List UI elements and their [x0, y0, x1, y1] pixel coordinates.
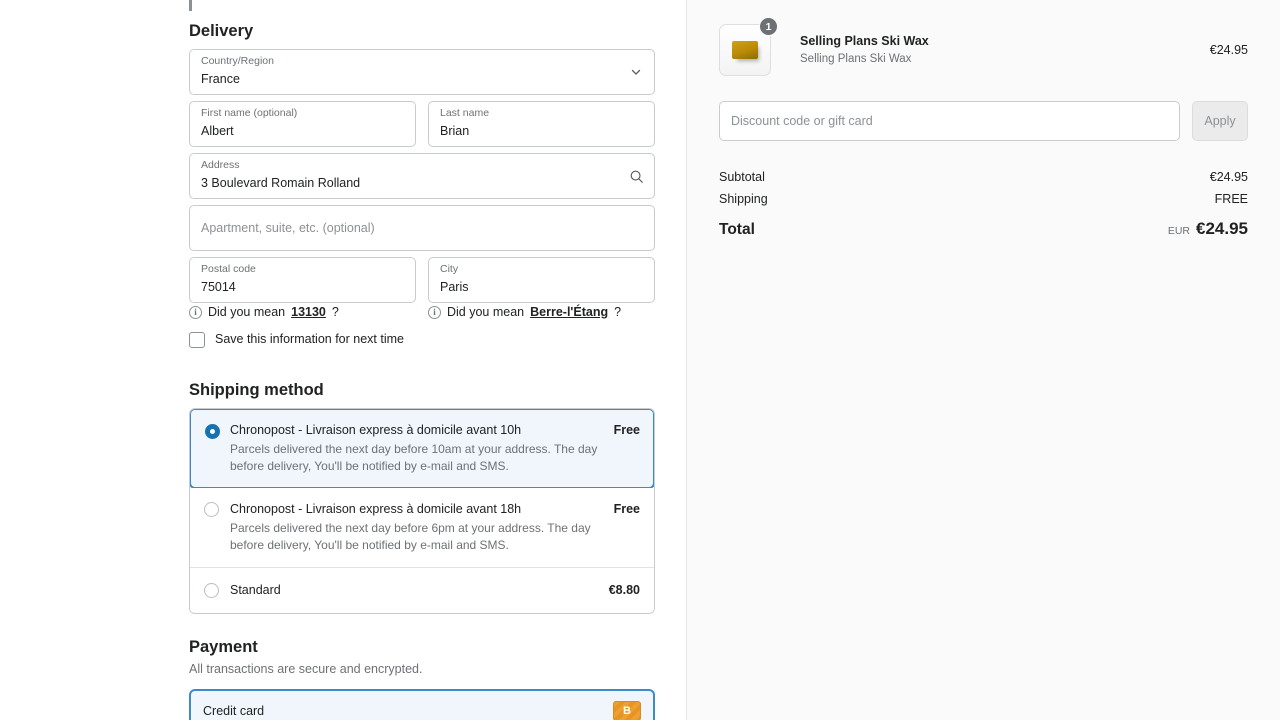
payment-method-group: Credit card B	[189, 689, 655, 720]
first-name-field[interactable]: First name (optional) Albert	[189, 101, 416, 147]
order-totals: Subtotal €24.95 Shipping FREE Total EUR €…	[719, 166, 1248, 242]
shipping-option-price: €8.80	[609, 582, 640, 599]
postal-suggestion-prefix: Did you mean	[208, 304, 285, 320]
grand-total-row: Total EUR €24.95	[719, 218, 1248, 242]
apartment-field[interactable]: Apartment, suite, etc. (optional)	[189, 205, 655, 251]
first-name-value: Albert	[201, 123, 234, 140]
ski-wax-bar-icon	[732, 41, 758, 59]
scroll-caret-artifact	[189, 0, 192, 11]
product-price: €24.95	[1210, 42, 1248, 59]
grand-total-label: Total	[719, 219, 755, 241]
address-label: Address	[201, 159, 240, 172]
subtotal-value: €24.95	[1210, 166, 1248, 188]
order-summary-column: 1 Selling Plans Ski Wax Selling Plans Sk…	[686, 0, 1280, 720]
checkout-page: Delivery Country/Region France First nam…	[0, 0, 1280, 720]
product-thumbnail-wrap: 1	[719, 24, 771, 76]
subtotal-row: Subtotal €24.95	[719, 166, 1248, 188]
postal-code-label: Postal code	[201, 263, 256, 276]
city-value: Paris	[440, 279, 468, 296]
last-name-value: Brian	[440, 123, 469, 140]
save-information-checkbox[interactable]	[189, 332, 205, 348]
last-name-label: Last name	[440, 107, 489, 120]
postal-code-suggestion: i Did you mean 13130?	[189, 304, 339, 320]
address-value: 3 Boulevard Romain Rolland	[201, 175, 360, 192]
city-field[interactable]: City Paris	[428, 257, 655, 303]
quantity-badge: 1	[759, 17, 778, 36]
shipping-option-name: Chronopost - Livraison express à domicil…	[230, 501, 521, 518]
payment-option-credit-card[interactable]: Credit card B	[191, 691, 653, 720]
product-title: Selling Plans Ski Wax	[800, 33, 1210, 50]
shipping-option-description: Parcels delivered the next day before 10…	[230, 441, 615, 475]
delivery-section-title: Delivery	[189, 21, 253, 41]
grand-total-value: EUR €24.95	[1168, 218, 1248, 242]
search-icon[interactable]	[628, 168, 644, 184]
payment-section-title: Payment	[189, 637, 258, 657]
shipping-option-standard[interactable]: Standard €8.80	[190, 568, 654, 613]
shipping-section-title: Shipping method	[189, 380, 324, 400]
product-info: Selling Plans Ski Wax Selling Plans Ski …	[800, 33, 1210, 67]
first-name-label: First name (optional)	[201, 107, 297, 120]
shipping-total-label: Shipping	[719, 188, 768, 210]
payment-subtitle: All transactions are secure and encrypte…	[189, 661, 422, 678]
discount-row: Discount code or gift card Apply	[719, 101, 1248, 141]
shipping-option-price: Free	[614, 501, 640, 518]
shipping-total-row: Shipping FREE	[719, 188, 1248, 210]
currency-label: EUR	[1168, 225, 1190, 237]
checkout-form-column: Delivery Country/Region France First nam…	[0, 0, 686, 720]
country-region-label: Country/Region	[201, 55, 274, 68]
save-information-row[interactable]: Save this information for next time	[189, 331, 404, 348]
subtotal-label: Subtotal	[719, 166, 765, 188]
address-field[interactable]: Address 3 Boulevard Romain Rolland	[189, 153, 655, 199]
info-icon: i	[428, 306, 441, 319]
postal-suggestion-suffix: ?	[332, 304, 339, 320]
apply-discount-button[interactable]: Apply	[1192, 101, 1248, 141]
radio-icon[interactable]	[204, 502, 219, 517]
discount-code-input[interactable]: Discount code or gift card	[719, 101, 1180, 141]
shipping-option-name: Standard	[230, 582, 281, 599]
bogus-gateway-icon: B	[613, 701, 641, 720]
radio-icon[interactable]	[204, 583, 219, 598]
discount-placeholder: Discount code or gift card	[731, 114, 873, 128]
city-suggestion-suffix: ?	[614, 304, 621, 320]
postal-code-value: 75014	[201, 279, 236, 296]
chevron-down-icon[interactable]	[628, 64, 644, 80]
shipping-total-value: FREE	[1215, 188, 1248, 210]
save-information-label: Save this information for next time	[215, 331, 404, 348]
apartment-placeholder: Apartment, suite, etc. (optional)	[201, 220, 375, 237]
country-region-value: France	[201, 71, 240, 88]
shipping-option-description: Parcels delivered the next day before 6p…	[230, 520, 615, 554]
city-label: City	[440, 263, 458, 276]
last-name-field[interactable]: Last name Brian	[428, 101, 655, 147]
shipping-option-chronopost-10h[interactable]: Chronopost - Livraison express à domicil…	[189, 408, 655, 489]
postal-suggestion-link[interactable]: 13130	[291, 304, 326, 320]
postal-code-field[interactable]: Postal code 75014	[189, 257, 416, 303]
order-line-item: 1 Selling Plans Ski Wax Selling Plans Sk…	[719, 24, 1248, 76]
city-suggestion-link[interactable]: Berre-l'Étang	[530, 304, 608, 320]
info-icon: i	[189, 306, 202, 319]
shipping-option-chronopost-18h[interactable]: Chronopost - Livraison express à domicil…	[190, 488, 654, 568]
country-region-select[interactable]: Country/Region France	[189, 49, 655, 95]
radio-icon[interactable]	[205, 424, 220, 439]
payment-option-name: Credit card	[203, 703, 264, 720]
city-suggestion: i Did you mean Berre-l'Étang?	[428, 304, 621, 320]
shipping-option-name: Chronopost - Livraison express à domicil…	[230, 422, 521, 439]
city-suggestion-prefix: Did you mean	[447, 304, 524, 320]
grand-total-amount: €24.95	[1196, 219, 1248, 238]
shipping-option-price: Free	[614, 422, 640, 439]
product-variant: Selling Plans Ski Wax	[800, 51, 1210, 67]
shipping-method-group: Chronopost - Livraison express à domicil…	[189, 408, 655, 614]
